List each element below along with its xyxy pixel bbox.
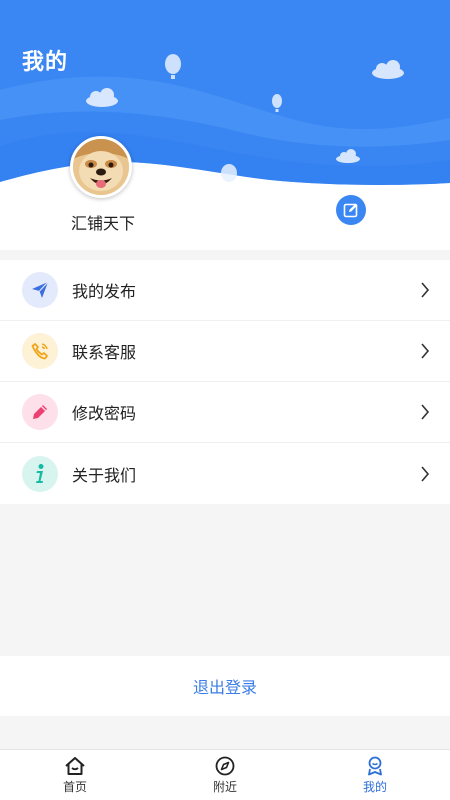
menu-item-label: 联系客服 <box>72 343 137 362</box>
menu-item-change-password[interactable]: 修改密码 <box>0 382 450 443</box>
profile-badge-icon <box>368 756 382 776</box>
chevron-right-icon <box>421 282 430 298</box>
paper-plane-icon <box>22 272 58 308</box>
home-icon <box>65 757 85 775</box>
tab-mine[interactable]: 我的 <box>300 750 450 800</box>
compass-icon <box>215 756 235 776</box>
menu-list: 我的发布 联系客服 修改密码 关于我们 <box>0 260 450 504</box>
menu-item-customer-service[interactable]: 联系客服 <box>0 321 450 382</box>
chevron-right-icon <box>421 404 430 420</box>
page-title: 我的 <box>22 50 69 75</box>
menu-item-my-posts[interactable]: 我的发布 <box>0 260 450 321</box>
profile-header: 我的 汇铺天下 <box>0 0 450 250</box>
edit-icon <box>343 203 358 218</box>
menu-item-label: 我的发布 <box>72 282 137 301</box>
username: 汇铺天下 <box>70 214 135 233</box>
chevron-right-icon <box>421 343 430 359</box>
tab-nearby[interactable]: 附近 <box>150 750 300 800</box>
chevron-right-icon <box>421 465 430 482</box>
menu-item-label: 修改密码 <box>72 404 137 423</box>
tab-label: 首页 <box>62 780 87 794</box>
tab-home[interactable]: 首页 <box>0 750 150 800</box>
menu-item-label: 关于我们 <box>72 465 137 485</box>
dog-avatar-icon <box>73 139 129 195</box>
menu-item-about-us[interactable]: 关于我们 <box>0 443 450 504</box>
edit-profile-button[interactable] <box>336 195 366 225</box>
pencil-icon <box>22 394 58 430</box>
bottom-tab-bar: 首页 附近 我的 <box>0 749 450 800</box>
avatar[interactable] <box>70 136 132 198</box>
tab-label: 我的 <box>362 780 387 794</box>
phone-icon <box>22 333 58 369</box>
logout-button[interactable]: 退出登录 <box>0 656 450 716</box>
info-icon <box>22 455 58 492</box>
tab-label: 附近 <box>212 780 237 794</box>
